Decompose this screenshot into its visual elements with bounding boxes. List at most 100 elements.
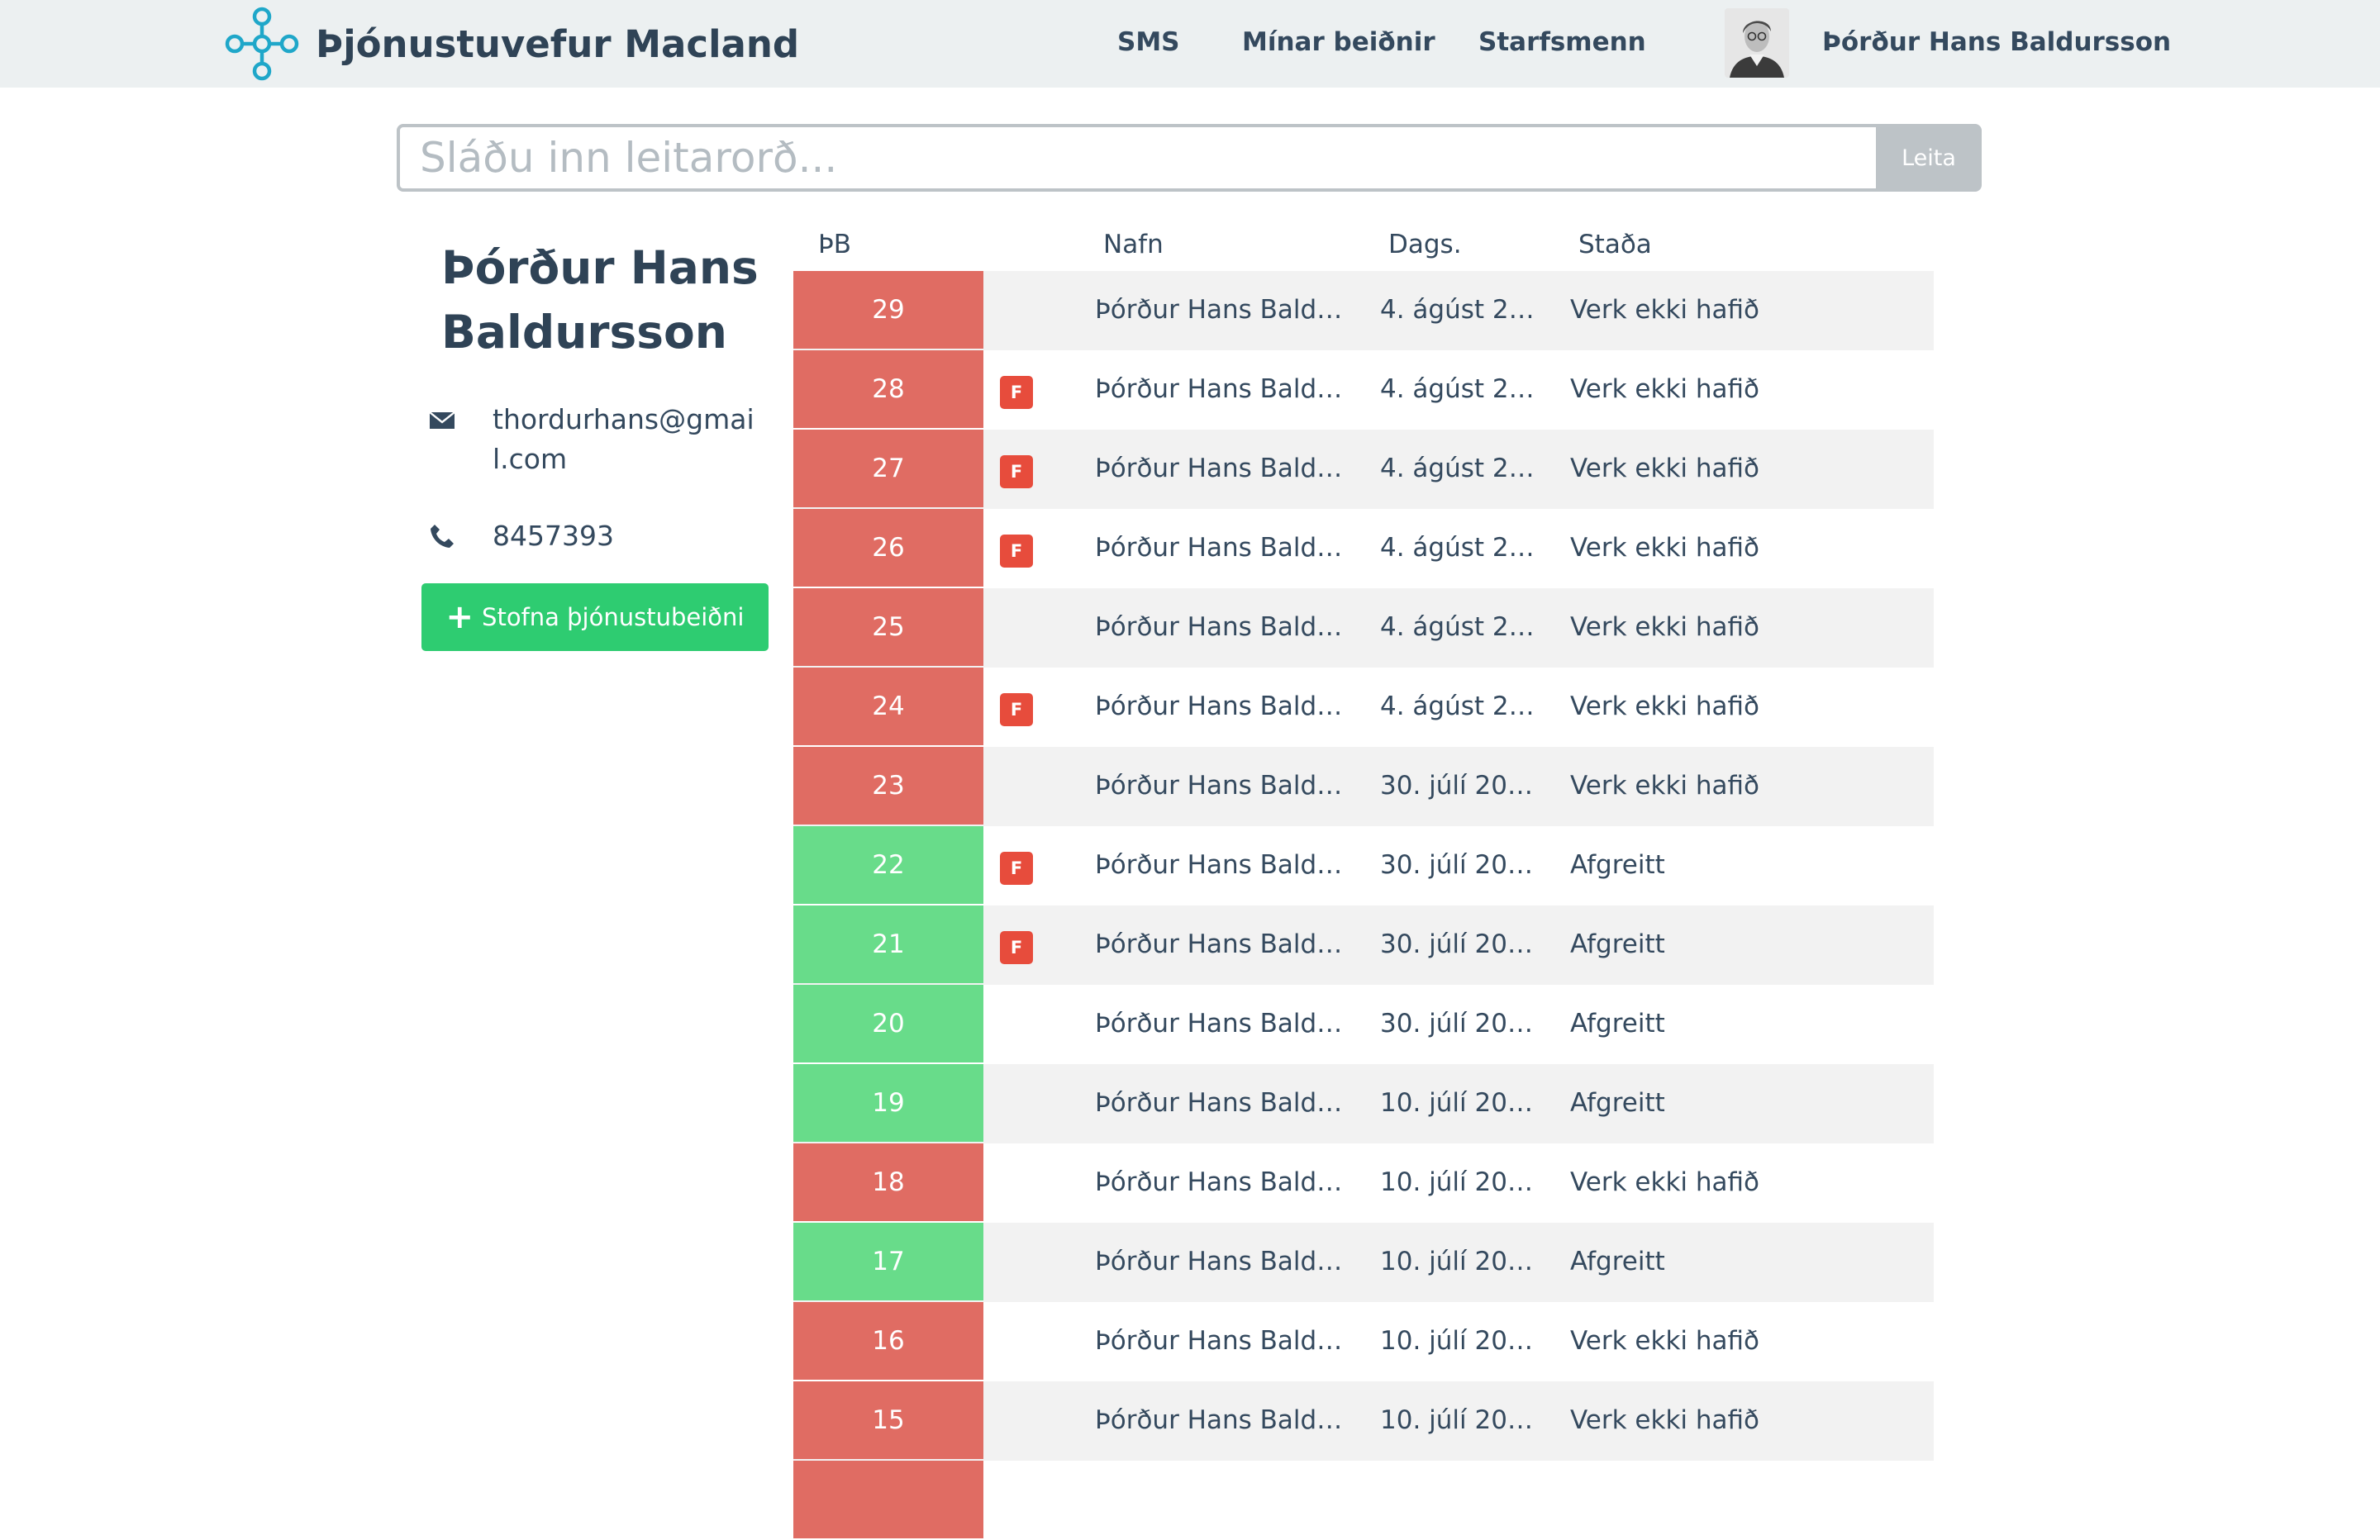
status-cell: Afgreitt: [1570, 929, 1665, 959]
status-cell: Verk ekki hafið: [1570, 692, 1760, 721]
nav-link-my-requests[interactable]: Mínar beiðnir: [1242, 23, 1435, 61]
table-row[interactable]: [793, 1461, 1934, 1540]
status-cell: Verk ekki hafið: [1570, 1167, 1760, 1197]
logo-icon: [225, 7, 299, 81]
table-row[interactable]: 28 F Þórður Hans Baldu… 4. ágúst 2… Verk ekk…: [793, 350, 1934, 430]
flag-badge: F: [1000, 455, 1033, 488]
avatar-portrait-icon: [1725, 8, 1789, 78]
status-cell: Afgreitt: [1570, 1088, 1665, 1118]
status-cell: Verk ekki hafið: [1570, 374, 1760, 404]
date-cell: 30. júlí 2015: [1380, 929, 1537, 959]
request-id-cell[interactable]: 28: [793, 350, 983, 428]
status-cell: Verk ekki hafið: [1570, 1326, 1760, 1356]
table-row[interactable]: 26 F Þórður Hans Baldu… 4. ágúst 2… Verk ekk…: [793, 509, 1934, 588]
status-cell: [1570, 1461, 1917, 1538]
name-cell: Þórður Hans Baldu…: [1095, 929, 1347, 959]
mail-icon: [429, 411, 455, 429]
table-header: ÞB Nafn Dags. Staða: [793, 223, 1934, 271]
brand-name: Þjónustuvefur Macland: [316, 21, 800, 66]
status-cell: Afgreitt: [1570, 850, 1665, 880]
brand[interactable]: Þjónustuvefur Macland: [223, 5, 799, 83]
phone-icon: [431, 525, 454, 548]
user-name[interactable]: Þórður Hans Baldursson: [1822, 23, 2171, 61]
request-id-cell[interactable]: 19: [793, 1064, 983, 1142]
create-service-request-button[interactable]: + Stofna þjónustubeiðni: [421, 583, 769, 651]
table-row[interactable]: 29 Þórður Hans Baldu… 4. ágúst 2… Verk ekki…: [793, 271, 1934, 350]
date-cell: 10. júlí 2015: [1380, 1247, 1537, 1276]
request-id-cell[interactable]: 17: [793, 1223, 983, 1300]
request-id-cell[interactable]: 25: [793, 588, 983, 666]
flag-badge: F: [1000, 931, 1033, 964]
date-cell: 4. ágúst 2…: [1380, 533, 1535, 563]
table-row[interactable]: 19 Þórður Hans Baldu… 10. júlí 2015 Afgreit…: [793, 1064, 1934, 1143]
date-cell: 30. júlí 2015: [1380, 1009, 1537, 1039]
table-body: 29 Þórður Hans Baldu… 4. ágúst 2… Verk ekki…: [793, 271, 1934, 1540]
search-button[interactable]: Leita: [1876, 124, 1982, 192]
date-cell: [1380, 1461, 1537, 1538]
name-cell: Þórður Hans Baldu…: [1095, 1326, 1347, 1356]
name-cell: Þórður Hans Baldu…: [1095, 374, 1347, 404]
name-cell: Þórður Hans Baldu…: [1095, 771, 1347, 801]
name-cell: Þórður Hans Baldu…: [1095, 1405, 1347, 1435]
column-header-id[interactable]: ÞB: [818, 230, 851, 259]
flag-badge: F: [1000, 852, 1033, 885]
request-id-cell[interactable]: 18: [793, 1143, 983, 1221]
date-cell: 10. júlí 2015: [1380, 1405, 1537, 1435]
table-row[interactable]: 27 F Þórður Hans Baldu… 4. ágúst 2… Verk ekk…: [793, 430, 1934, 509]
flag-badge: F: [1000, 693, 1033, 726]
name-cell: Þórður Hans Baldu…: [1095, 295, 1347, 325]
status-cell: Afgreitt: [1570, 1247, 1665, 1276]
table-row[interactable]: 24 F Þórður Hans Baldu… 4. ágúst 2… Verk ekk…: [793, 668, 1934, 747]
requests-table: ÞB Nafn Dags. Staða 29 Þórður Hans Baldu……: [793, 223, 1934, 1540]
table-row[interactable]: 15 Þórður Hans Baldu… 10. júlí 2015 Verk ek…: [793, 1381, 1934, 1461]
table-row[interactable]: 17 Þórður Hans Baldu… 10. júlí 2015 Afgreit…: [793, 1223, 1934, 1302]
top-navbar: Þjónustuvefur Macland SMS Mínar beiðnir …: [0, 0, 2380, 88]
table-row[interactable]: 23 Þórður Hans Baldu… 30. júlí 2015 Verk ek…: [793, 747, 1934, 826]
search-input[interactable]: [397, 124, 1876, 192]
request-id-cell[interactable]: 22: [793, 826, 983, 904]
avatar[interactable]: [1725, 8, 1789, 78]
name-cell: Þórður Hans Baldu…: [1095, 1247, 1347, 1276]
request-id-cell[interactable]: [793, 1461, 983, 1538]
column-header-date[interactable]: Dags.: [1388, 230, 1462, 259]
status-cell: Afgreitt: [1570, 1009, 1665, 1039]
request-id-cell[interactable]: 26: [793, 509, 983, 587]
table-row[interactable]: 22 F Þórður Hans Baldu… 30. júlí 2015 Afgrei…: [793, 826, 1934, 905]
request-id-cell[interactable]: 15: [793, 1381, 983, 1459]
name-cell: Þórður Hans Baldu…: [1095, 612, 1347, 642]
request-id-cell[interactable]: 20: [793, 985, 983, 1062]
flag-badge: F: [1000, 376, 1033, 409]
status-cell: Verk ekki hafið: [1570, 771, 1760, 801]
column-header-status[interactable]: Staða: [1578, 230, 1652, 259]
column-header-name[interactable]: Nafn: [1103, 230, 1164, 259]
date-cell: 4. ágúst 2…: [1380, 612, 1535, 642]
request-id-cell[interactable]: 23: [793, 747, 983, 825]
name-cell: Þórður Hans Baldu…: [1095, 1009, 1347, 1039]
flag-badge: F: [1000, 535, 1033, 568]
date-cell: 4. ágúst 2…: [1380, 692, 1535, 721]
request-id-cell[interactable]: 16: [793, 1302, 983, 1380]
table-row[interactable]: 20 Þórður Hans Baldu… 30. júlí 2015 Afgreit…: [793, 985, 1934, 1064]
phone-text[interactable]: 8457393: [493, 516, 614, 556]
date-cell: 30. júlí 2015: [1380, 850, 1537, 880]
name-cell: Þórður Hans Baldu…: [1095, 1088, 1347, 1118]
nav-link-staff[interactable]: Starfsmenn: [1478, 23, 1646, 61]
plus-icon: +: [445, 598, 474, 636]
email-text[interactable]: thordurhans@gmail.com: [493, 400, 757, 479]
date-cell: 4. ágúst 2…: [1380, 295, 1535, 325]
status-cell: Verk ekki hafið: [1570, 612, 1760, 642]
nav-link-sms[interactable]: SMS: [1117, 23, 1180, 61]
request-id-cell[interactable]: 27: [793, 430, 983, 507]
status-cell: Verk ekki hafið: [1570, 533, 1760, 563]
date-cell: 4. ágúst 2…: [1380, 374, 1535, 404]
request-id-cell[interactable]: 29: [793, 271, 983, 349]
table-row[interactable]: 21 F Þórður Hans Baldu… 30. júlí 2015 Afgrei…: [793, 905, 1934, 985]
request-id-cell[interactable]: 24: [793, 668, 983, 745]
name-cell: Þórður Hans Baldu…: [1095, 454, 1347, 483]
table-row[interactable]: 16 Þórður Hans Baldu… 10. júlí 2015 Verk ek…: [793, 1302, 1934, 1381]
table-row[interactable]: 18 Þórður Hans Baldu… 10. júlí 2015 Verk ek…: [793, 1143, 1934, 1223]
name-cell: Þórður Hans Baldu…: [1095, 1167, 1347, 1197]
request-id-cell[interactable]: 21: [793, 905, 983, 983]
table-row[interactable]: 25 Þórður Hans Baldu… 4. ágúst 2… Verk ekki…: [793, 588, 1934, 668]
date-cell: 10. júlí 2015: [1380, 1167, 1537, 1197]
